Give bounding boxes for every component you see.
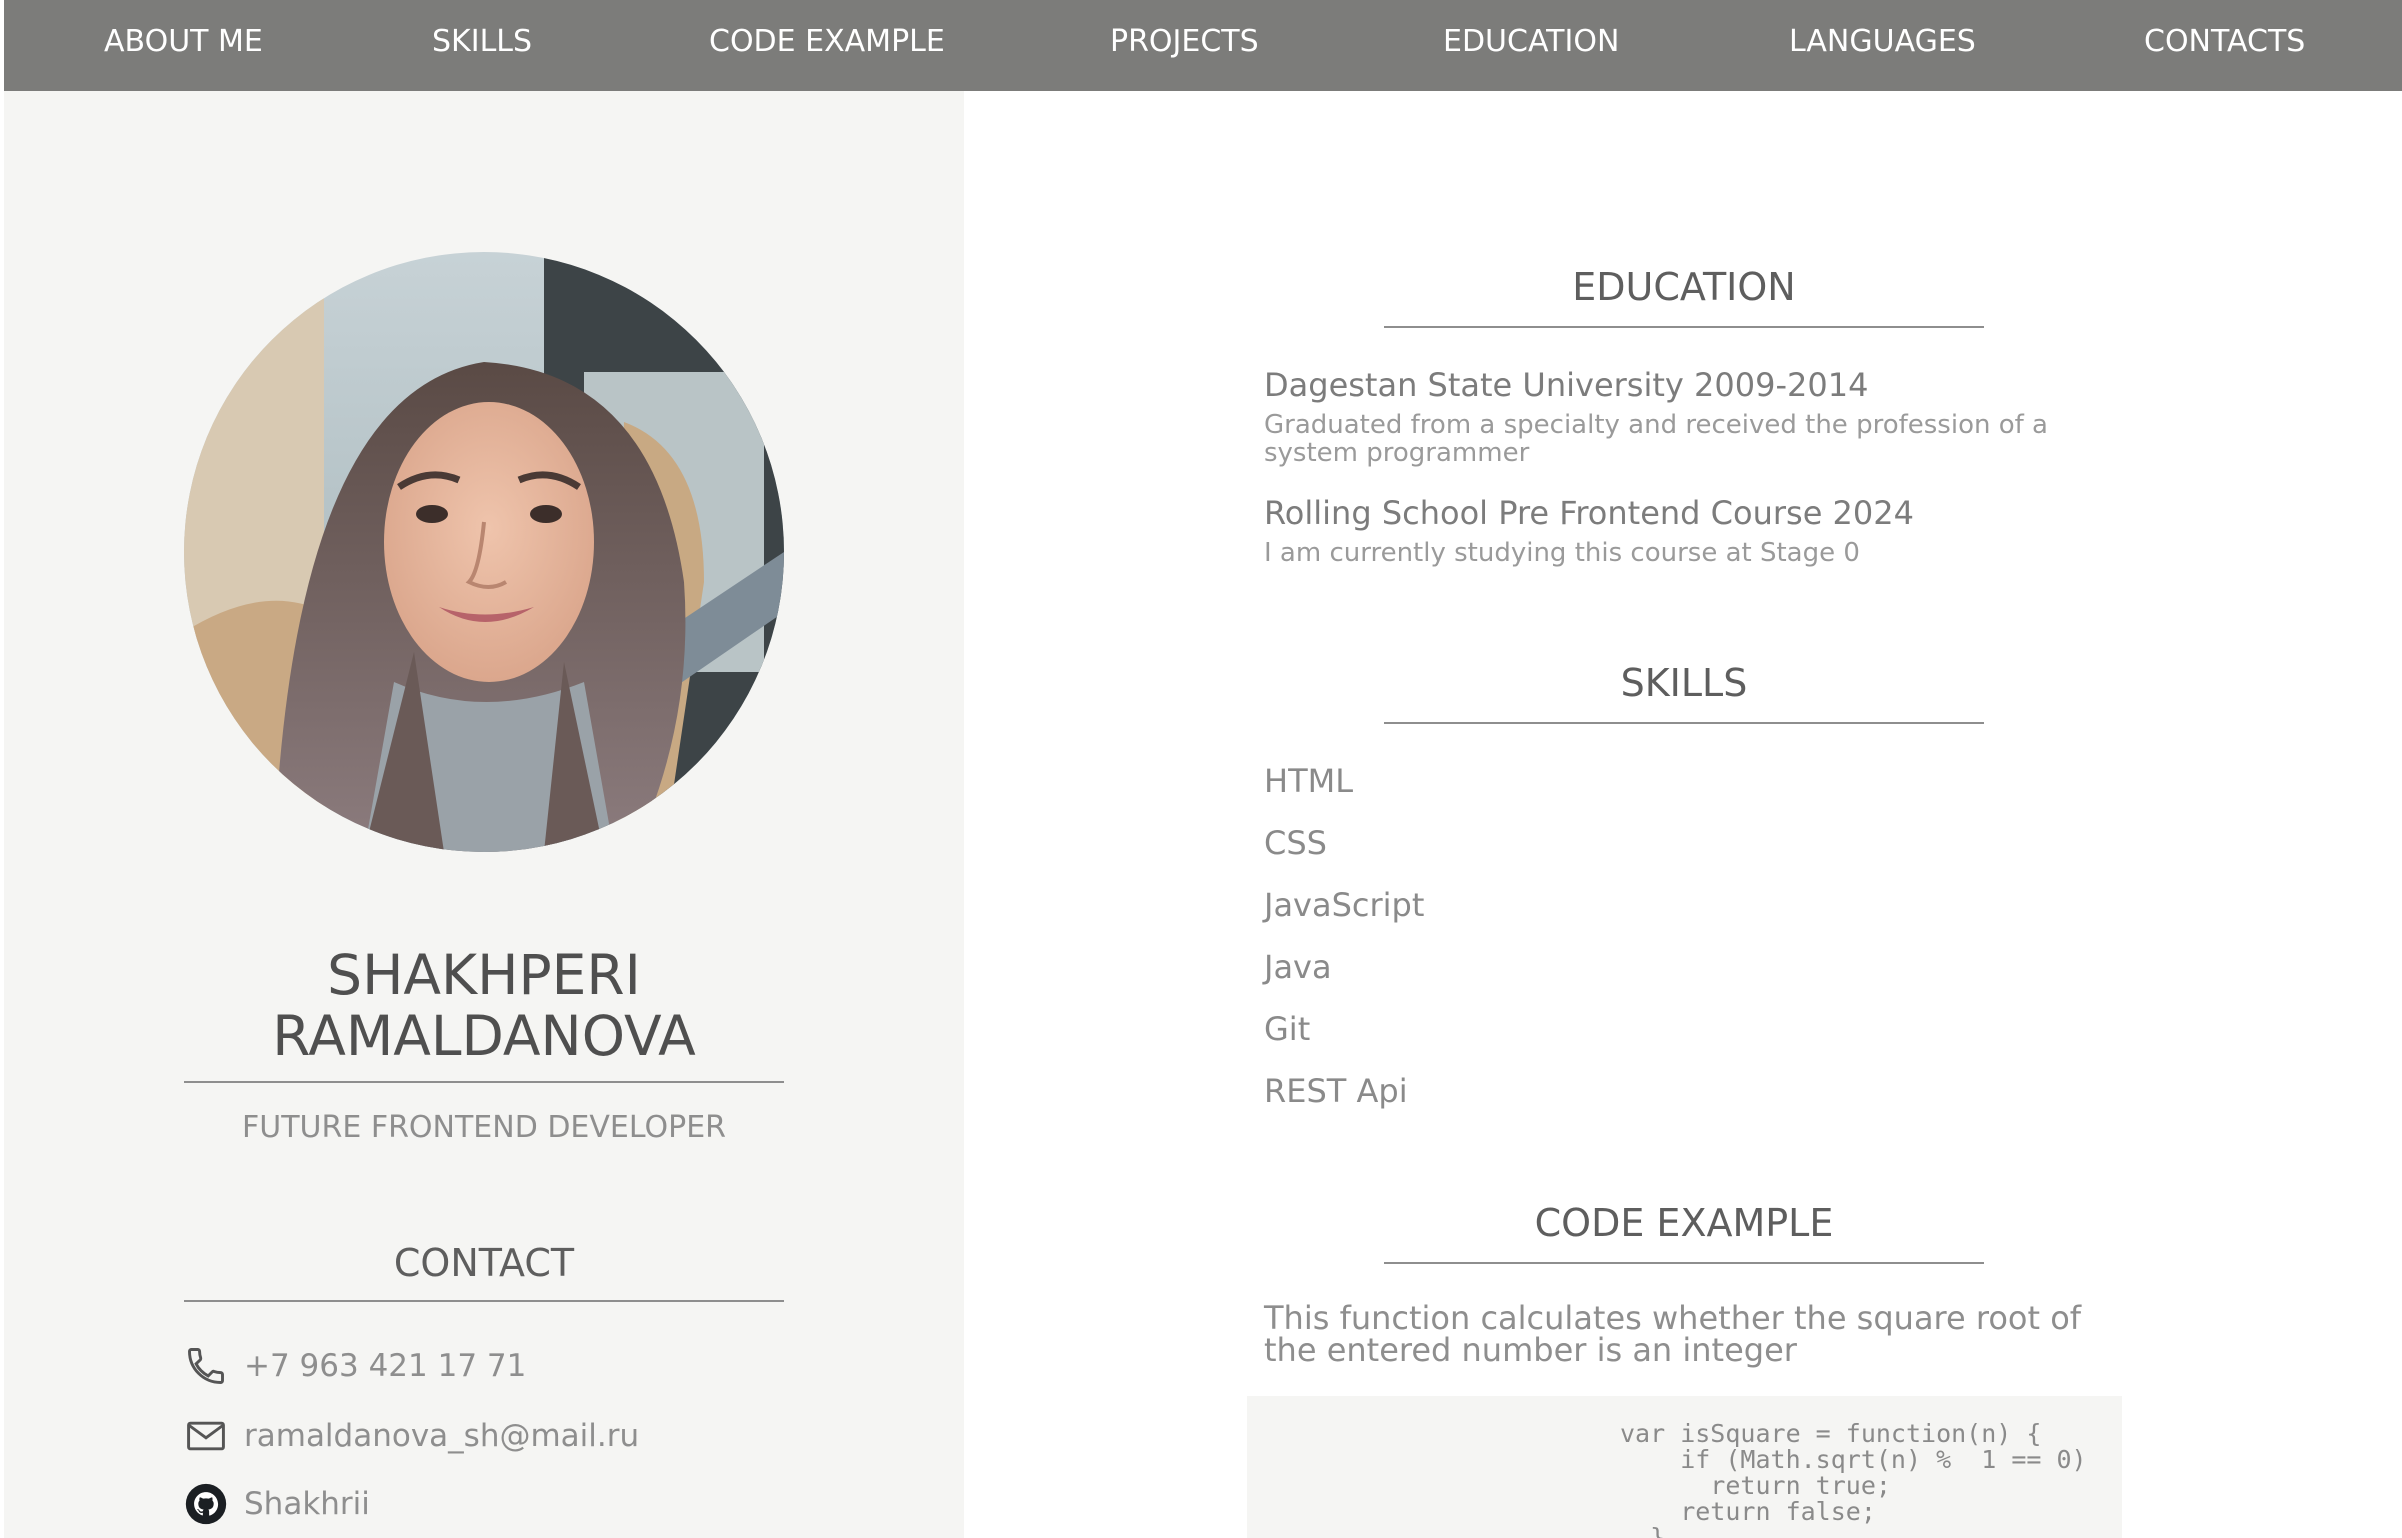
github-icon [184, 1482, 228, 1526]
phone-icon [184, 1344, 228, 1388]
profile-name-line1: SHAKHPERI [327, 943, 641, 1007]
profile-name-line2: RAMALDANOVA [272, 1004, 696, 1068]
code-block: var isSquare = function(n) { if (Math.sq… [1247, 1396, 2122, 1538]
profile-photo-illustration [184, 252, 784, 852]
contact-email[interactable]: ramaldanova_sh@mail.ru [244, 1418, 639, 1454]
contact-title: CONTACT [393, 1241, 575, 1285]
nav-item-skills[interactable]: SKILLS [432, 0, 532, 84]
education-title: EDUCATION [1572, 265, 1796, 309]
skills-divider [1384, 722, 1984, 724]
profile-subtitle: FUTURE FRONTEND DEVELOPER [241, 1110, 727, 1145]
contact-github[interactable]: Shakhrii [244, 1486, 370, 1522]
education-item-name: Dagestan State University 2009-2014 [1264, 366, 1869, 404]
contact-divider [184, 1300, 784, 1302]
top-nav-bar: ABOUT ME SKILLS CODE EXAMPLE PROJECTS ED… [4, 0, 2402, 91]
skill-item: CSS [1264, 824, 1327, 862]
nav-item-languages[interactable]: LANGUAGES [1789, 0, 1976, 84]
code-example-description: This function calculates whether the squ… [1264, 1299, 2082, 1369]
contact-phone-row[interactable]: +7 963 421 17 71 [184, 1344, 526, 1388]
contact-phone[interactable]: +7 963 421 17 71 [244, 1348, 526, 1384]
education-item-desc: Graduated from a specialty and received … [1264, 410, 2048, 468]
education-item-name: Rolling School Pre Frontend Course 2024 [1264, 494, 1914, 532]
education-divider [1384, 326, 1984, 328]
skill-item: REST Api [1264, 1072, 1408, 1110]
mail-icon [184, 1414, 228, 1458]
nav-item-about-me[interactable]: ABOUT ME [104, 0, 263, 84]
code-example-title: CODE EXAMPLE [1534, 1201, 1834, 1245]
skill-item: Git [1264, 1010, 1311, 1048]
nav-item-projects[interactable]: PROJECTS [1110, 0, 1259, 84]
nav-item-code-example[interactable]: CODE EXAMPLE [709, 0, 945, 84]
profile-name: SHAKHPERI RAMALDANOVA [184, 945, 784, 1067]
nav-item-contacts[interactable]: CONTACTS [2144, 0, 2305, 84]
code-example-divider [1384, 1262, 1984, 1264]
code-snippet: var isSquare = function(n) { if (Math.sq… [1620, 1419, 2087, 1538]
nav-item-education[interactable]: EDUCATION [1443, 0, 1619, 84]
education-item-desc: I am currently studying this course at S… [1264, 538, 1860, 568]
skills-title: SKILLS [1620, 661, 1748, 705]
skill-item: HTML [1264, 762, 1354, 800]
contact-email-row[interactable]: ramaldanova_sh@mail.ru [184, 1414, 639, 1458]
profile-photo [184, 252, 784, 852]
skill-item: Java [1264, 948, 1332, 986]
contact-github-row[interactable]: Shakhrii [184, 1482, 370, 1526]
name-divider [184, 1081, 784, 1083]
skill-item: JavaScript [1264, 886, 1425, 924]
